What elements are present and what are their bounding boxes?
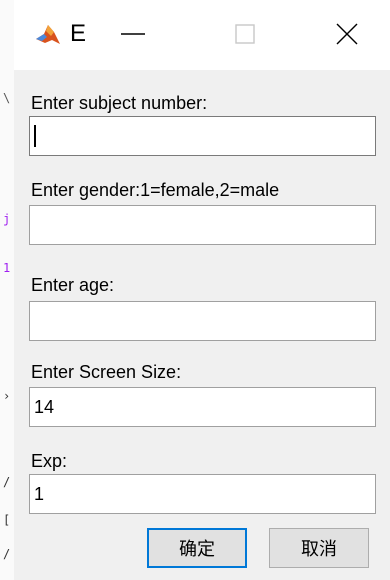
editor-glyph: /	[3, 547, 11, 561]
minimize-button[interactable]	[110, 14, 156, 54]
editor-glyph: j	[3, 212, 11, 226]
text-caret	[34, 125, 36, 147]
matlab-logo-icon	[34, 22, 62, 48]
maximize-button[interactable]	[222, 14, 268, 54]
exp-input[interactable]	[29, 474, 376, 514]
close-icon	[336, 23, 358, 45]
maximize-icon	[235, 24, 255, 44]
cancel-button[interactable]: 取消	[269, 528, 369, 568]
editor-glyph: \	[3, 91, 11, 105]
window-title: E	[70, 20, 87, 47]
screen-size-label: Enter Screen Size:	[31, 362, 182, 382]
editor-glyph: ›	[3, 389, 11, 403]
close-button[interactable]	[324, 14, 370, 54]
exp-label: Exp:	[31, 451, 68, 471]
minimize-icon	[121, 33, 145, 35]
subject-number-label: Enter subject number:	[31, 93, 208, 113]
input-dialog: E Enter subject number: Enter gender:1=f…	[14, 0, 390, 580]
screen-size-input[interactable]	[29, 387, 376, 427]
editor-glyph: /	[3, 475, 11, 489]
ok-button[interactable]: 确定	[147, 528, 247, 568]
editor-glyph: [	[3, 513, 11, 527]
age-input[interactable]	[29, 301, 376, 341]
dialog-content: Enter subject number: Enter gender:1=fem…	[14, 70, 390, 580]
gender-input[interactable]	[29, 205, 376, 245]
gender-label: Enter gender:1=female,2=male	[31, 180, 280, 200]
editor-glyph: 1	[3, 261, 11, 275]
subject-number-input[interactable]	[29, 116, 376, 156]
background-editor-strip: \ j 1 › / [ /	[0, 0, 15, 580]
title-bar[interactable]: E	[14, 0, 390, 70]
age-label: Enter age:	[31, 275, 115, 295]
screen: \ j 1 › / [ / E Enter subject number: En…	[0, 0, 390, 580]
